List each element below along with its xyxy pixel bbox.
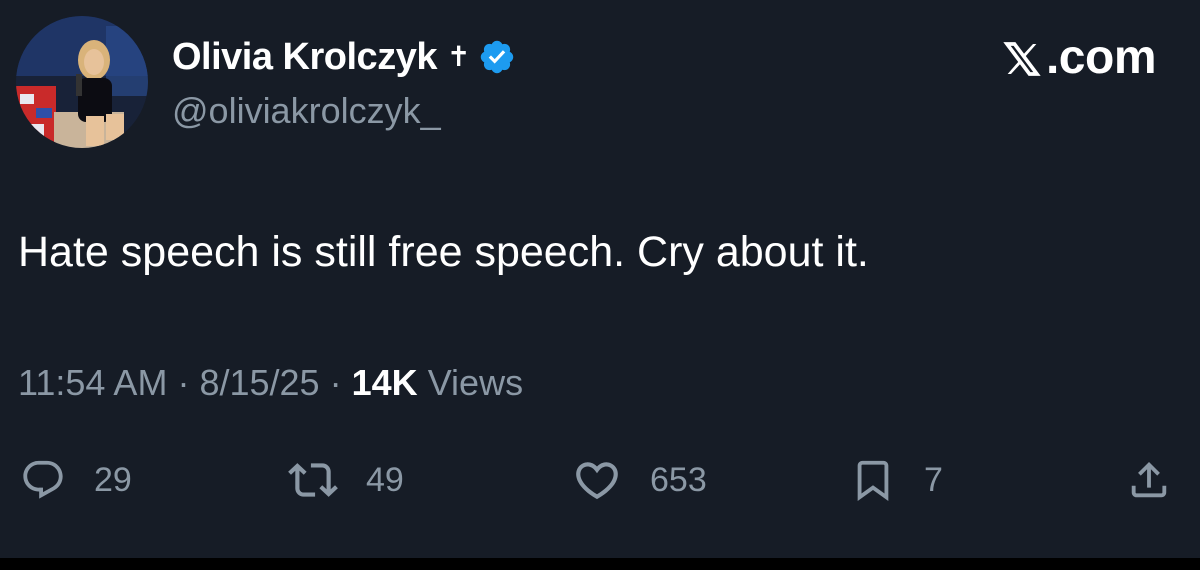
meta-separator: · (329, 362, 342, 403)
repost-icon (288, 463, 338, 497)
tweet-time[interactable]: 11:54 AM (18, 362, 167, 403)
bookmark-button[interactable]: 7 (850, 452, 943, 508)
tweet-date[interactable]: 8/15/25 (199, 362, 319, 403)
meta-separator: · (177, 362, 190, 403)
like-icon (576, 462, 618, 500)
bookmark-count: 7 (924, 460, 943, 499)
bookmark-icon (857, 460, 889, 501)
author-name-row: Olivia Krolczyk ✝ (172, 34, 516, 80)
reply-icon (23, 460, 63, 499)
tweet-text: Hate speech is still free speech. Cry ab… (18, 228, 869, 276)
author-handle[interactable]: @oliviakrolczyk_ (172, 90, 441, 132)
tweet-meta: 11:54 AM · 8/15/25 · 14K Views (18, 362, 523, 404)
repost-count: 49 (366, 460, 404, 499)
avatar[interactable] (16, 16, 148, 148)
share-button[interactable] (1126, 452, 1172, 508)
author-display-name[interactable]: Olivia Krolczyk (172, 36, 437, 79)
like-button[interactable]: 653 (572, 452, 707, 508)
tweet-card: Olivia Krolczyk ✝ @oliviakrolczyk_ .com … (0, 0, 1200, 558)
brand-domain-label: .com (1045, 31, 1157, 84)
reply-button[interactable]: 29 (20, 452, 132, 508)
views-count: 14K (351, 362, 418, 403)
x-logo-icon (1003, 41, 1041, 76)
action-bar: 29 49 653 7 (0, 452, 1200, 508)
views-label: Views (427, 362, 524, 403)
cross-emoji-icon: ✝ (446, 40, 471, 73)
avatar-photo (16, 16, 148, 148)
brand-watermark: .com (1002, 30, 1157, 85)
repost-button[interactable]: 49 (288, 452, 404, 508)
reply-count: 29 (94, 460, 132, 499)
verified-badge-icon (481, 40, 514, 74)
like-count: 653 (650, 460, 707, 499)
share-icon (1131, 461, 1167, 498)
